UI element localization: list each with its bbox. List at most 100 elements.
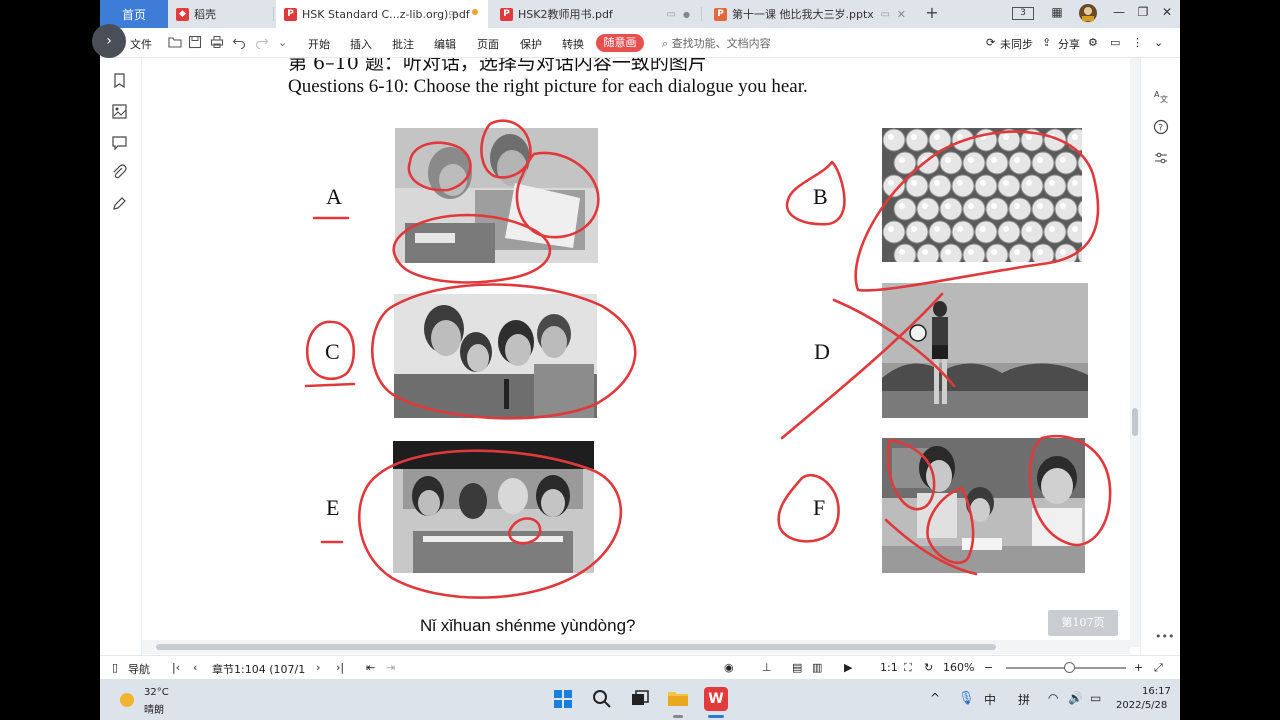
- apple: [916, 197, 940, 221]
- search-icon[interactable]: [592, 689, 612, 709]
- expand-panel-button[interactable]: ›: [92, 24, 126, 58]
- restore-icon[interactable]: ❐: [1134, 5, 1152, 19]
- chapter-page-field[interactable]: 章节1:104 (107/1: [212, 661, 305, 677]
- search-box[interactable]: ⌕ 查找功能、文档内容: [662, 35, 771, 51]
- comment-icon[interactable]: ▭: [1110, 36, 1120, 49]
- close-window-icon[interactable]: ✕: [1158, 5, 1176, 19]
- zoom-out-icon[interactable]: −: [984, 661, 993, 674]
- show-hidden-icons[interactable]: ^: [930, 691, 940, 705]
- grid-icon[interactable]: ▦: [1048, 5, 1066, 19]
- tab-docer[interactable]: ◆ 稻壳: [168, 0, 274, 28]
- menu-comment[interactable]: 批注: [392, 36, 414, 52]
- fit-page-icon[interactable]: ⊥: [762, 661, 772, 674]
- play-icon[interactable]: ▶: [844, 661, 852, 674]
- actual-size-icon[interactable]: 1:1: [880, 661, 898, 674]
- file-explorer-icon[interactable]: [667, 688, 689, 708]
- free-draw-button[interactable]: 随意画: [596, 34, 644, 52]
- close-icon[interactable]: ✕: [897, 8, 906, 21]
- fit-width-icon[interactable]: ⛶: [904, 661, 912, 675]
- last-page-icon[interactable]: ›|: [336, 661, 344, 674]
- eye-protect-icon[interactable]: ◉: [724, 661, 734, 674]
- single-page-icon[interactable]: ▤: [792, 661, 802, 674]
- minimize-icon[interactable]: —: [1110, 5, 1128, 19]
- volume-icon[interactable]: 🔊: [1068, 691, 1083, 705]
- first-page-icon[interactable]: |‹: [172, 661, 180, 674]
- vertical-scrollbar[interactable]: [1130, 58, 1140, 647]
- collapse-ribbon-icon[interactable]: ⌄: [1154, 36, 1163, 49]
- next-page-icon[interactable]: ›: [316, 661, 320, 674]
- redo-icon[interactable]: [255, 35, 269, 49]
- dot-icon[interactable]: ●: [683, 10, 690, 19]
- menu-edit[interactable]: 编辑: [434, 36, 456, 52]
- menu-insert[interactable]: 插入: [350, 36, 372, 52]
- bookmark-icon[interactable]: [111, 72, 128, 89]
- tab-hsk2-teacher-pdf[interactable]: P HSK2教师用书.pdf ▭ ●: [492, 0, 702, 28]
- quick-access-dropdown-icon[interactable]: ⌄: [278, 36, 287, 49]
- windows-start-icon[interactable]: [553, 689, 573, 709]
- share-button[interactable]: 分享: [1058, 36, 1080, 52]
- monitor-icon[interactable]: ▭: [449, 8, 458, 19]
- page-indicator-button[interactable]: 第107页: [1048, 610, 1118, 636]
- menu-convert[interactable]: 转换: [562, 36, 584, 52]
- two-page-icon[interactable]: ▥: [812, 661, 822, 674]
- prev-page-icon[interactable]: ‹: [193, 661, 197, 674]
- scroll-thumb[interactable]: [156, 644, 996, 650]
- avatar[interactable]: [1078, 3, 1097, 26]
- undo-icon[interactable]: [232, 35, 246, 49]
- print-icon[interactable]: [210, 35, 224, 49]
- zoom-in-icon[interactable]: +: [1134, 661, 1143, 674]
- sun-weather-icon[interactable]: [120, 693, 134, 707]
- tab-lesson11-pptx[interactable]: P 第十一课 他比我大三岁.pptx ▭ ✕: [706, 0, 916, 28]
- window-count-badge[interactable]: 3: [1012, 7, 1034, 20]
- horizontal-scrollbar[interactable]: [142, 640, 1130, 654]
- save-icon[interactable]: [188, 35, 202, 49]
- battery-icon[interactable]: ▭: [1090, 691, 1101, 705]
- forward-icon[interactable]: ⇥: [386, 661, 395, 674]
- menu-home[interactable]: 开始: [308, 36, 330, 52]
- attachment-icon[interactable]: [111, 164, 128, 181]
- menu-page[interactable]: 页面: [477, 36, 499, 52]
- clock-date[interactable]: 2022/5/28: [1116, 700, 1167, 711]
- weather-condition[interactable]: 晴朗: [144, 701, 164, 716]
- signature-icon[interactable]: [111, 195, 128, 212]
- ime-language[interactable]: 中: [984, 691, 996, 708]
- settings-gear-icon[interactable]: ⚙: [1088, 36, 1098, 49]
- scroll-thumb[interactable]: [1132, 408, 1138, 436]
- tab-hsk-standard-pdf[interactable]: P HSK Standard C...z-lib.org).pdf ▭: [276, 0, 488, 28]
- zoom-slider-handle[interactable]: [1064, 662, 1075, 673]
- zoom-level[interactable]: 160%: [943, 661, 974, 674]
- navigation-button[interactable]: 导航: [128, 661, 150, 677]
- file-menu[interactable]: 文件: [130, 36, 152, 52]
- help-icon[interactable]: ?: [1153, 119, 1169, 135]
- rotate-icon[interactable]: ↻: [924, 661, 933, 674]
- pinyin-question: Nǐ xǐhuan shénme yùndòng?: [420, 616, 636, 635]
- open-folder-icon[interactable]: [168, 35, 182, 49]
- weather-temperature[interactable]: 32°C: [144, 687, 169, 698]
- comment-panel-icon[interactable]: [111, 134, 128, 151]
- clock-time[interactable]: 16:17: [1142, 686, 1171, 697]
- monitor-icon[interactable]: ▭: [881, 9, 890, 20]
- thumbnail-icon[interactable]: [111, 103, 128, 120]
- more-options-icon[interactable]: •••: [1155, 630, 1174, 643]
- sync-status[interactable]: 未同步: [1000, 36, 1033, 52]
- more-icon[interactable]: ⋮: [1132, 36, 1143, 49]
- apple: [974, 174, 998, 198]
- share-icon[interactable]: ⇪: [1042, 36, 1051, 49]
- new-tab-button[interactable]: +: [922, 3, 942, 22]
- task-view-icon[interactable]: [630, 689, 650, 709]
- zoom-slider[interactable]: [1006, 662, 1126, 673]
- translate-icon[interactable]: A文: [1153, 88, 1169, 104]
- menu-protect[interactable]: 保护: [520, 36, 542, 52]
- navigation-icon[interactable]: ▯: [112, 661, 118, 674]
- back-icon[interactable]: ⇤: [366, 661, 375, 674]
- ime-mode[interactable]: 拼: [1018, 691, 1030, 708]
- apple: [1008, 243, 1032, 262]
- document-view[interactable]: 第 6–10 题：听对话，选择与对话内容一致的图片 Questions 6-10…: [142, 58, 1130, 647]
- wps-app-icon[interactable]: W: [704, 687, 728, 711]
- sync-icon[interactable]: ⟳: [986, 36, 995, 49]
- adjust-icon[interactable]: [1153, 150, 1169, 166]
- fullscreen-icon[interactable]: ⤢: [1154, 661, 1163, 675]
- monitor-icon[interactable]: ▭: [667, 9, 676, 20]
- microphone-icon[interactable]: 🎙: [958, 691, 975, 706]
- wifi-icon[interactable]: ◠: [1048, 691, 1058, 705]
